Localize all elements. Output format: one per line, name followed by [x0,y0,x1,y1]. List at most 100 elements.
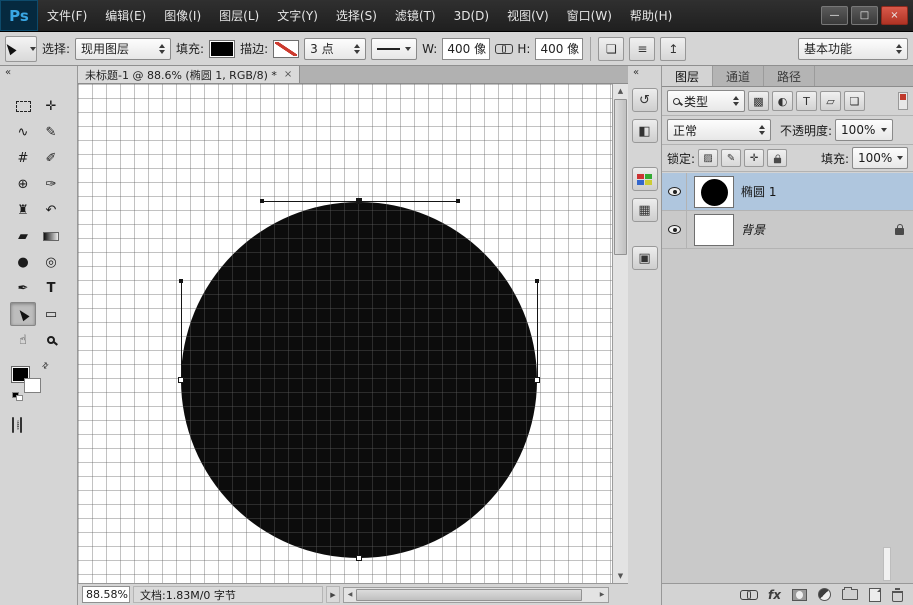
vertical-scrollbar[interactable]: ▲ ▼ [612,84,628,583]
canvas[interactable] [78,84,612,583]
visibility-toggle[interactable] [662,211,687,248]
swatches-panel-button[interactable] [632,167,658,191]
tool-preset-button[interactable] [5,36,37,62]
blur-tool[interactable]: ● [10,250,36,274]
layer-row-ellipse[interactable]: 椭圆 1 [662,173,913,211]
menu-select[interactable]: 选择(S) [327,0,386,31]
layer-row-background[interactable]: 背景 [662,211,913,249]
adjustment-layer-icon[interactable] [818,588,831,601]
document-tab[interactable]: 未标题-1 @ 88.6% (椭圆 1, RGB/8) * × [78,66,300,83]
brush-tool[interactable]: ✑ [38,172,64,196]
layer-thumbnail[interactable] [694,176,734,208]
vertical-scroll-thumb[interactable] [614,99,627,255]
filter-smart-button[interactable]: ❏ [844,91,865,111]
path-operations-button[interactable]: ❏ [598,37,624,61]
maximize-button[interactable]: □ [851,6,878,25]
close-button[interactable]: × [881,6,908,25]
menu-window[interactable]: 窗口(W) [558,0,621,31]
filter-type-button[interactable]: T [796,91,817,111]
filter-adjustment-button[interactable]: ◐ [772,91,793,111]
clone-stamp-tool[interactable]: ♜ [10,198,36,222]
properties-panel-button[interactable]: ◧ [632,119,658,143]
blend-mode-dropdown[interactable]: 正常 [667,119,771,141]
layer-name[interactable]: 椭圆 1 [741,183,776,200]
default-colors-icon[interactable] [12,392,24,402]
layer-thumbnail[interactable] [694,214,734,246]
menu-help[interactable]: 帮助(H) [621,0,681,31]
path-handle-dot[interactable] [179,279,183,283]
filter-toggle-icon[interactable] [898,92,908,110]
shape-width-field[interactable]: 400 像 [442,38,490,60]
scroll-up-icon[interactable]: ▲ [613,84,628,98]
path-anchor-bottom[interactable] [356,555,362,561]
path-arrange-button[interactable]: ↥ [660,37,686,61]
scroll-left-icon[interactable]: ◀ [344,588,356,602]
filter-pixel-button[interactable]: ▩ [748,91,769,111]
history-brush-tool[interactable]: ↶ [38,198,64,222]
layer-style-icon[interactable]: fx [768,589,781,601]
link-layers-icon[interactable] [740,590,757,599]
quick-selection-tool[interactable]: ✎ [38,120,64,144]
delete-layer-icon[interactable] [892,591,903,602]
path-anchor-right[interactable] [534,377,540,383]
quick-mask-button[interactable] [12,418,14,432]
fill-color-swatch[interactable] [209,40,235,58]
scroll-down-icon[interactable]: ▼ [613,569,628,583]
workspace-switcher[interactable]: 基本功能 [798,38,908,60]
type-tool[interactable]: T [38,276,64,300]
menu-image[interactable]: 图像(I) [155,0,210,31]
menu-layer[interactable]: 图层(L) [210,0,268,31]
styles-panel-button[interactable]: ▣ [632,246,658,270]
swap-colors-icon[interactable]: ⇄ [40,360,51,371]
stroke-width-dropdown[interactable]: 3 点 [304,38,366,60]
color-panel-button[interactable]: ▦ [632,198,658,222]
screen-mode-button[interactable] [20,418,22,432]
select-mode-dropdown[interactable]: 现用图层 [75,38,171,60]
pen-tool[interactable]: ✒ [10,276,36,300]
new-layer-icon[interactable] [869,588,881,602]
tab-channels[interactable]: 通道 [713,66,764,86]
status-expand-button[interactable]: ▶ [326,586,340,603]
new-group-icon[interactable] [842,589,858,600]
gradient-tool[interactable] [38,224,64,248]
horizontal-scroll-thumb[interactable] [356,589,582,601]
expand-panels-icon[interactable]: « [628,66,661,80]
crop-tool[interactable]: # [10,146,36,170]
lasso-tool[interactable]: ∿ [10,120,36,144]
menu-filter[interactable]: 滤镜(T) [386,0,445,31]
fill-opacity-dropdown[interactable]: 100% [852,147,908,169]
ellipse-shape[interactable] [181,202,537,558]
close-tab-icon[interactable]: × [284,69,292,80]
menu-file[interactable]: 文件(F) [38,0,96,31]
path-alignment-button[interactable]: ≡ [629,37,655,61]
path-selection-tool[interactable] [10,302,36,326]
move-tool[interactable]: ✛ [38,94,64,118]
zoom-level-field[interactable]: 88.58% [82,586,130,603]
opacity-dropdown[interactable]: 100% [835,119,893,141]
menu-view[interactable]: 视图(V) [498,0,558,31]
shape-tool[interactable]: ▭ [38,302,64,326]
menu-3d[interactable]: 3D(D) [445,0,498,31]
path-anchor-top[interactable] [356,198,362,204]
collapse-toolbox-icon[interactable]: « [0,66,77,80]
spot-healing-tool[interactable]: ⊕ [10,172,36,196]
eyedropper-tool[interactable]: ✐ [38,146,64,170]
history-panel-button[interactable]: ↺ [632,88,658,112]
lock-position-button[interactable]: ✛ [744,149,764,167]
path-handle-dot[interactable] [456,199,460,203]
panel-scrollbar[interactable] [883,547,891,581]
minimize-button[interactable]: — [821,6,848,25]
add-mask-icon[interactable] [792,589,807,601]
shape-height-field[interactable]: 400 像 [535,38,583,60]
stroke-style-dropdown[interactable] [371,38,417,60]
tab-layers[interactable]: 图层 [662,66,713,86]
stroke-color-swatch[interactable] [273,40,299,58]
zoom-tool[interactable] [38,328,64,352]
path-handle-dot[interactable] [535,279,539,283]
path-handle-dot[interactable] [260,199,264,203]
layer-name[interactable]: 背景 [741,221,765,238]
hand-tool[interactable]: ☝ [10,328,36,352]
link-dimensions-icon[interactable] [495,44,512,53]
eraser-tool[interactable]: ▰ [10,224,36,248]
rectangular-marquee-tool[interactable] [10,94,36,118]
